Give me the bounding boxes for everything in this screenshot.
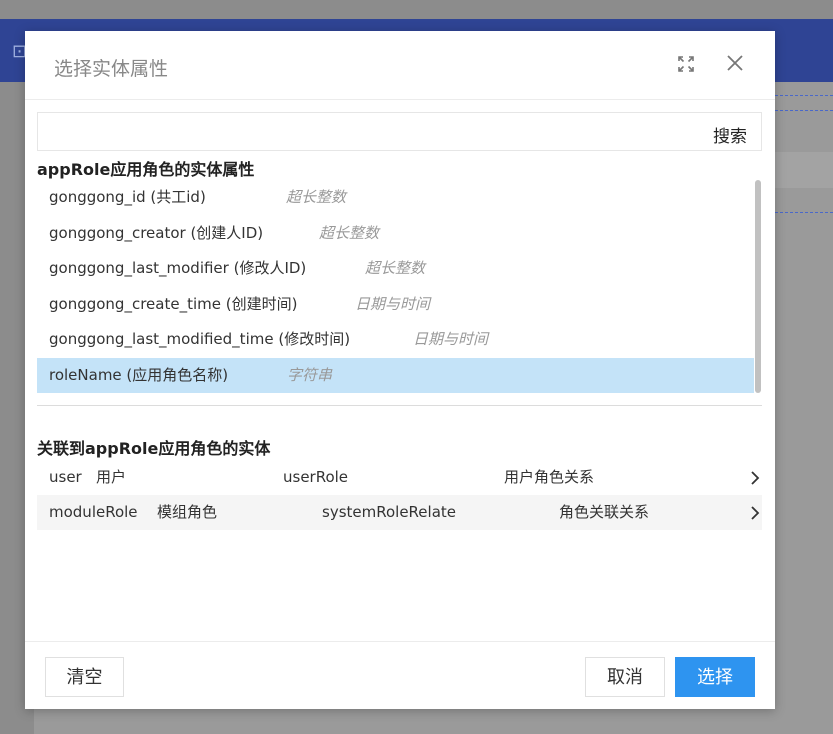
attribute-type: 字符串	[287, 365, 333, 384]
relation-label: 角色关联关系	[559, 503, 650, 521]
attribute-row[interactable]: gonggong_last_modifier (修改人ID) 超长整数	[37, 251, 754, 287]
clear-button[interactable]: 清空	[45, 657, 124, 697]
chevron-right-icon[interactable]	[750, 506, 760, 520]
section-divider	[37, 405, 762, 406]
attribute-name: gonggong_last_modified_time (修改时间)	[49, 330, 351, 348]
attribute-row[interactable]: gonggong_id (共工id) 超长整数	[37, 180, 754, 216]
attribute-name: gonggong_creator (创建人ID)	[49, 223, 264, 242]
attribute-name: gonggong_id (共工id)	[49, 188, 206, 206]
attributes-section-title: appRole应用角色的实体属性	[37, 160, 255, 179]
dialog-footer: 清空 取消 选择	[25, 641, 775, 710]
relation-name: userRole	[283, 468, 349, 486]
maximize-icon[interactable]	[677, 55, 695, 73]
search-input[interactable]: 搜索	[37, 112, 762, 151]
relation-entity: user	[49, 468, 82, 486]
attribute-row[interactable]: gonggong_creator (创建人ID) 超长整数	[37, 216, 754, 252]
scrollbar-thumb[interactable]	[755, 180, 761, 393]
relation-entity-label: 用户	[96, 468, 127, 486]
select-entity-attribute-dialog: 选择实体属性 搜索 appRole应用角色的实体属性 gonggong_id (…	[25, 31, 775, 709]
attribute-type: 日期与时间	[413, 330, 489, 348]
attribute-row[interactable]: gonggong_last_modified_time (修改时间) 日期与时间	[37, 322, 754, 358]
attribute-name: gonggong_last_modifier (修改人ID)	[49, 259, 307, 277]
select-button[interactable]: 选择	[675, 657, 755, 697]
bg-dashed-line	[775, 110, 833, 111]
relations-section-title: 关联到appRole应用角色的实体	[37, 439, 271, 458]
attribute-type: 超长整数	[365, 259, 426, 277]
bg-dashed-line	[775, 212, 833, 213]
bg-row	[775, 152, 833, 188]
relation-row[interactable]: user 用户 userRole 用户角色关系	[37, 460, 762, 495]
attribute-type: 超长整数	[319, 223, 380, 242]
attribute-list: gonggong_id (共工id) 超长整数 gonggong_creator …	[37, 180, 754, 393]
cancel-button[interactable]: 取消	[585, 657, 665, 697]
relation-row[interactable]: moduleRole 模组角色 systemRoleRelate 角色关联关系	[37, 495, 762, 530]
attribute-type: 超长整数	[286, 188, 347, 206]
attribute-name: roleName (应用角色名称)	[49, 365, 229, 384]
relation-entity-label: 模组角色	[157, 503, 218, 521]
attribute-list-scrollbar[interactable]	[754, 180, 762, 393]
dialog-header: 选择实体属性	[25, 31, 775, 100]
search-button[interactable]: 搜索	[713, 122, 747, 147]
relation-list: user 用户 userRole 用户角色关系 moduleRole 模组角色 …	[37, 460, 762, 530]
relation-entity: moduleRole	[49, 503, 138, 521]
attribute-name: gonggong_create_time (创建时间)	[49, 294, 298, 313]
attribute-type: 日期与时间	[355, 294, 431, 313]
close-icon[interactable]	[725, 53, 745, 73]
attribute-row-selected[interactable]: roleName (应用角色名称) 字符串	[37, 357, 754, 393]
dialog-title: 选择实体属性	[54, 58, 169, 80]
relation-name: systemRoleRelate	[322, 503, 456, 521]
attribute-row[interactable]: gonggong_create_time (创建时间) 日期与时间	[37, 287, 754, 323]
bg-dashed-line	[775, 95, 833, 96]
chevron-right-icon[interactable]	[750, 471, 760, 485]
relation-label: 用户角色关系	[504, 468, 595, 486]
